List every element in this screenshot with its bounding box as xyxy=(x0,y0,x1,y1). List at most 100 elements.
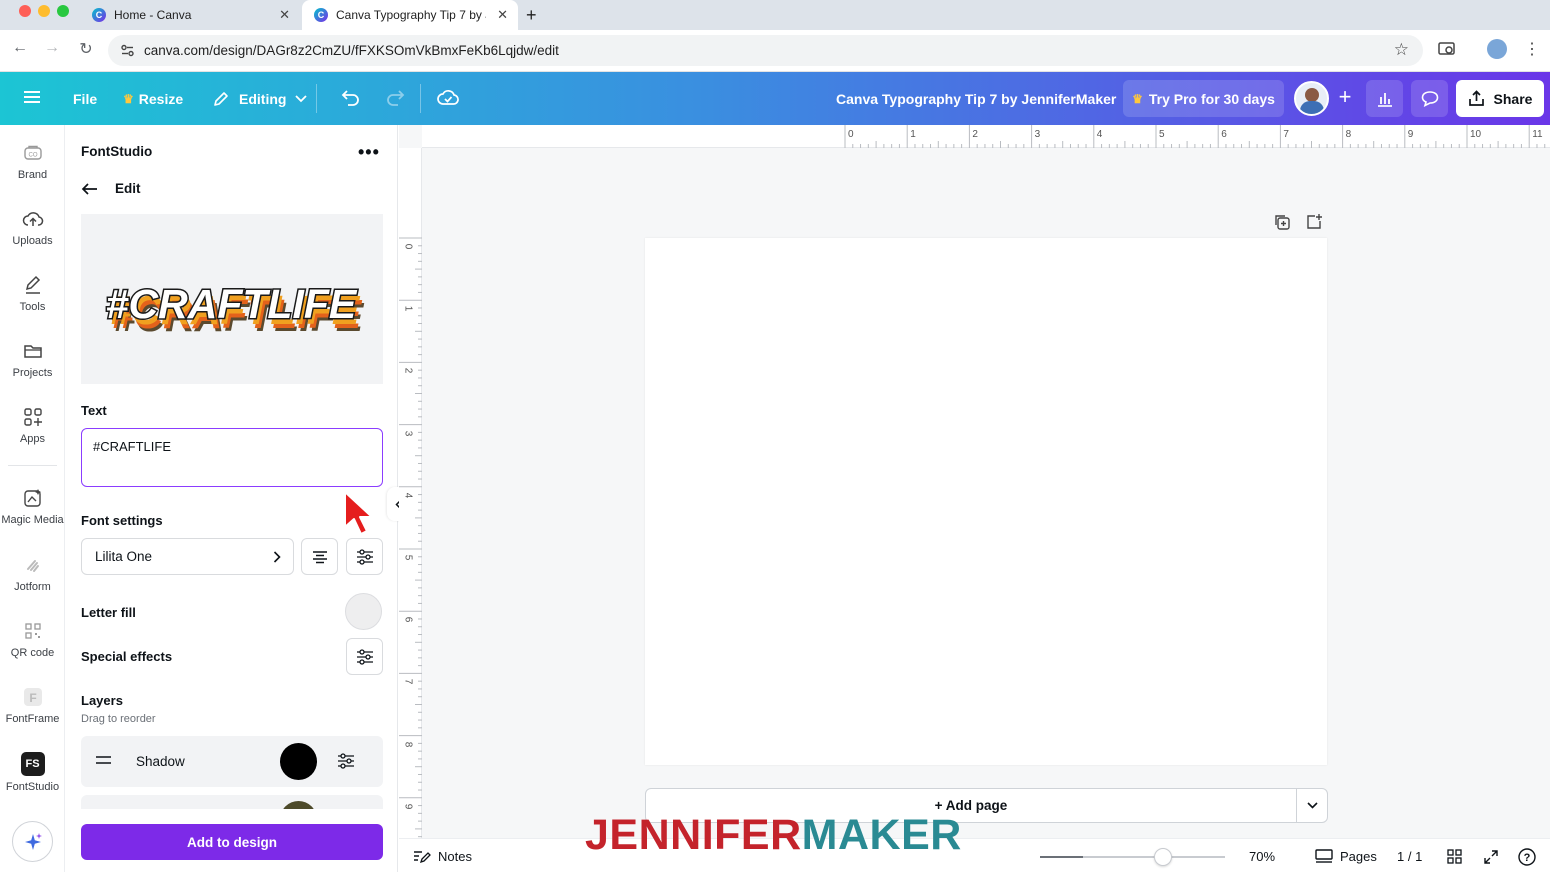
zoom-slider-handle[interactable] xyxy=(1153,848,1172,866)
fullscreen-icon[interactable] xyxy=(1483,849,1499,865)
rail-item-apps[interactable]: Apps xyxy=(0,406,65,445)
layer-row-shadow[interactable]: Shadow xyxy=(81,736,383,787)
try-pro-label: Try Pro for 30 days xyxy=(1148,90,1275,107)
rail-item-fontframe[interactable]: F FontFrame xyxy=(0,686,65,725)
zoom-level[interactable]: 70% xyxy=(1249,839,1275,873)
forward-arrow-icon[interactable]: → xyxy=(41,39,63,57)
sliders-icon xyxy=(356,548,373,565)
ruler-label: 11 xyxy=(1532,129,1543,140)
grid-view-icon[interactable] xyxy=(1447,849,1462,864)
site-settings-icon[interactable] xyxy=(120,43,135,58)
add-to-design-button[interactable]: Add to design xyxy=(81,824,383,860)
special-effects-button[interactable] xyxy=(346,638,383,675)
rail-item-jotform[interactable]: Jotform xyxy=(0,554,65,593)
undo-icon[interactable] xyxy=(341,89,361,107)
watermark-part2: MAKER xyxy=(801,811,962,859)
panel-app-title: FontStudio xyxy=(81,144,153,159)
share-button[interactable]: Share xyxy=(1456,80,1544,117)
back-arrow-icon xyxy=(81,182,97,195)
try-pro-button[interactable]: ♛ Try Pro for 30 days xyxy=(1123,80,1284,117)
folder-icon xyxy=(22,340,44,362)
layer-row-partial[interactable] xyxy=(81,795,383,809)
letter-fill-swatch[interactable] xyxy=(345,593,382,630)
comment-icon xyxy=(1421,91,1438,107)
rail-label: Brand xyxy=(17,169,48,181)
insights-button[interactable] xyxy=(1366,80,1403,117)
rail-item-qr-code[interactable]: QR code xyxy=(0,620,65,659)
browser-menu-icon[interactable]: ⋮ xyxy=(1524,39,1540,59)
design-page[interactable] xyxy=(645,238,1327,765)
user-avatar[interactable] xyxy=(1294,81,1329,116)
notes-button[interactable]: Notes xyxy=(413,839,472,873)
craftlife-preview-graphic: #CRAFTLIFE #CRAFTLIFE #CRAFTLIFE #CRAFTL… xyxy=(104,280,365,341)
text-section-label: Text xyxy=(81,403,107,418)
rail-item-brand[interactable]: CO Brand xyxy=(0,142,65,181)
duplicate-page-icon[interactable] xyxy=(1273,213,1291,231)
more-options-icon[interactable]: ••• xyxy=(358,142,380,163)
redo-icon[interactable] xyxy=(385,89,405,107)
zoom-slider[interactable] xyxy=(1040,848,1225,866)
reload-icon[interactable]: ↻ xyxy=(75,39,97,59)
fontframe-icon: F xyxy=(22,686,44,708)
rail-label: Jotform xyxy=(14,581,51,593)
sliders-icon[interactable] xyxy=(337,753,355,769)
ruler-label: 9 xyxy=(402,803,414,810)
back-to-edit-button[interactable]: Edit xyxy=(81,181,141,196)
rail-item-magic-media[interactable]: Magic Media xyxy=(0,487,65,526)
rail-item-uploads[interactable]: Uploads xyxy=(0,208,65,247)
file-menu[interactable]: File xyxy=(73,72,97,125)
back-arrow-icon[interactable]: ← xyxy=(9,39,31,57)
browser-tab-home[interactable]: C Home - Canva ✕ xyxy=(80,0,300,30)
maximize-window-button[interactable] xyxy=(57,5,69,17)
close-tab-icon[interactable]: ✕ xyxy=(279,7,290,23)
font-name: Lilita One xyxy=(95,549,153,564)
layer-color-swatch[interactable] xyxy=(280,743,317,780)
close-window-button[interactable] xyxy=(19,5,31,17)
ruler-label: 8 xyxy=(402,741,414,747)
menu-hamburger-icon[interactable] xyxy=(24,90,40,104)
new-tab-button[interactable]: + xyxy=(526,0,550,30)
ruler-label: 7 xyxy=(1283,129,1289,140)
ruler-label: 9 xyxy=(1407,129,1414,140)
layer-color-swatch[interactable] xyxy=(280,801,317,809)
add-collaborator-icon[interactable]: + xyxy=(1333,86,1357,110)
crown-icon: ♛ xyxy=(123,91,134,106)
rail-item-projects[interactable]: Projects xyxy=(0,340,65,379)
rail-item-tools[interactable]: Tools xyxy=(0,274,65,313)
ruler-label: 2 xyxy=(402,368,414,374)
magic-media-icon xyxy=(22,487,44,509)
browser-tab-design[interactable]: C Canva Typography Tip 7 by J ✕ xyxy=(302,0,518,30)
text-align-button[interactable] xyxy=(301,538,338,575)
help-icon[interactable]: ? xyxy=(1518,848,1536,866)
rail-item-fontstudio[interactable]: FS FontStudio xyxy=(0,752,65,793)
editing-mode-dropdown[interactable]: Editing xyxy=(212,72,308,125)
page-counter[interactable]: 1 / 1 xyxy=(1397,839,1422,873)
drag-handle-icon[interactable] xyxy=(95,754,112,766)
font-select-button[interactable]: Lilita One xyxy=(81,538,294,575)
chevron-down-icon xyxy=(1306,802,1318,809)
cloud-saved-icon[interactable] xyxy=(437,88,459,108)
fontstudio-icon: FS xyxy=(20,752,45,776)
letter-fill-label: Letter fill xyxy=(81,605,136,620)
address-bar[interactable]: canva.com/design/DAGr8z2CmZU/fFXKSOmVkBm… xyxy=(108,35,1423,66)
pages-button[interactable]: Pages xyxy=(1315,839,1377,873)
ruler-label: 2 xyxy=(972,129,978,140)
font-adjust-button[interactable] xyxy=(346,538,383,575)
resize-button[interactable]: ♛ Resize xyxy=(123,72,183,125)
add-page-options-button[interactable] xyxy=(1297,789,1327,822)
text-input-field[interactable]: #CRAFTLIFE xyxy=(81,428,383,487)
design-title[interactable]: Canva Typography Tip 7 by JenniferMaker xyxy=(836,72,1116,125)
minimize-window-button[interactable] xyxy=(38,5,50,17)
close-tab-icon[interactable]: ✕ xyxy=(497,7,508,23)
url-text: canva.com/design/DAGr8z2CmZU/fFXKSOmVkBm… xyxy=(144,43,559,58)
svg-text:F: F xyxy=(29,691,36,705)
profile-avatar-icon[interactable] xyxy=(1487,39,1507,59)
add-page-icon[interactable] xyxy=(1305,213,1323,231)
magic-assistant-button[interactable] xyxy=(12,821,53,862)
comments-button[interactable] xyxy=(1411,80,1448,117)
rail-label: Apps xyxy=(19,433,46,445)
bookmark-star-icon[interactable]: ☆ xyxy=(1394,40,1409,60)
canva-top-bar: File ♛ Resize Editing Canva Typography T… xyxy=(0,72,1550,125)
canvas-workspace: 0 1 2 3 4 5 6 7 8 9 10 11 0123456789 + Add page xyxy=(399,125,1550,838)
cast-icon[interactable] xyxy=(1438,42,1456,58)
